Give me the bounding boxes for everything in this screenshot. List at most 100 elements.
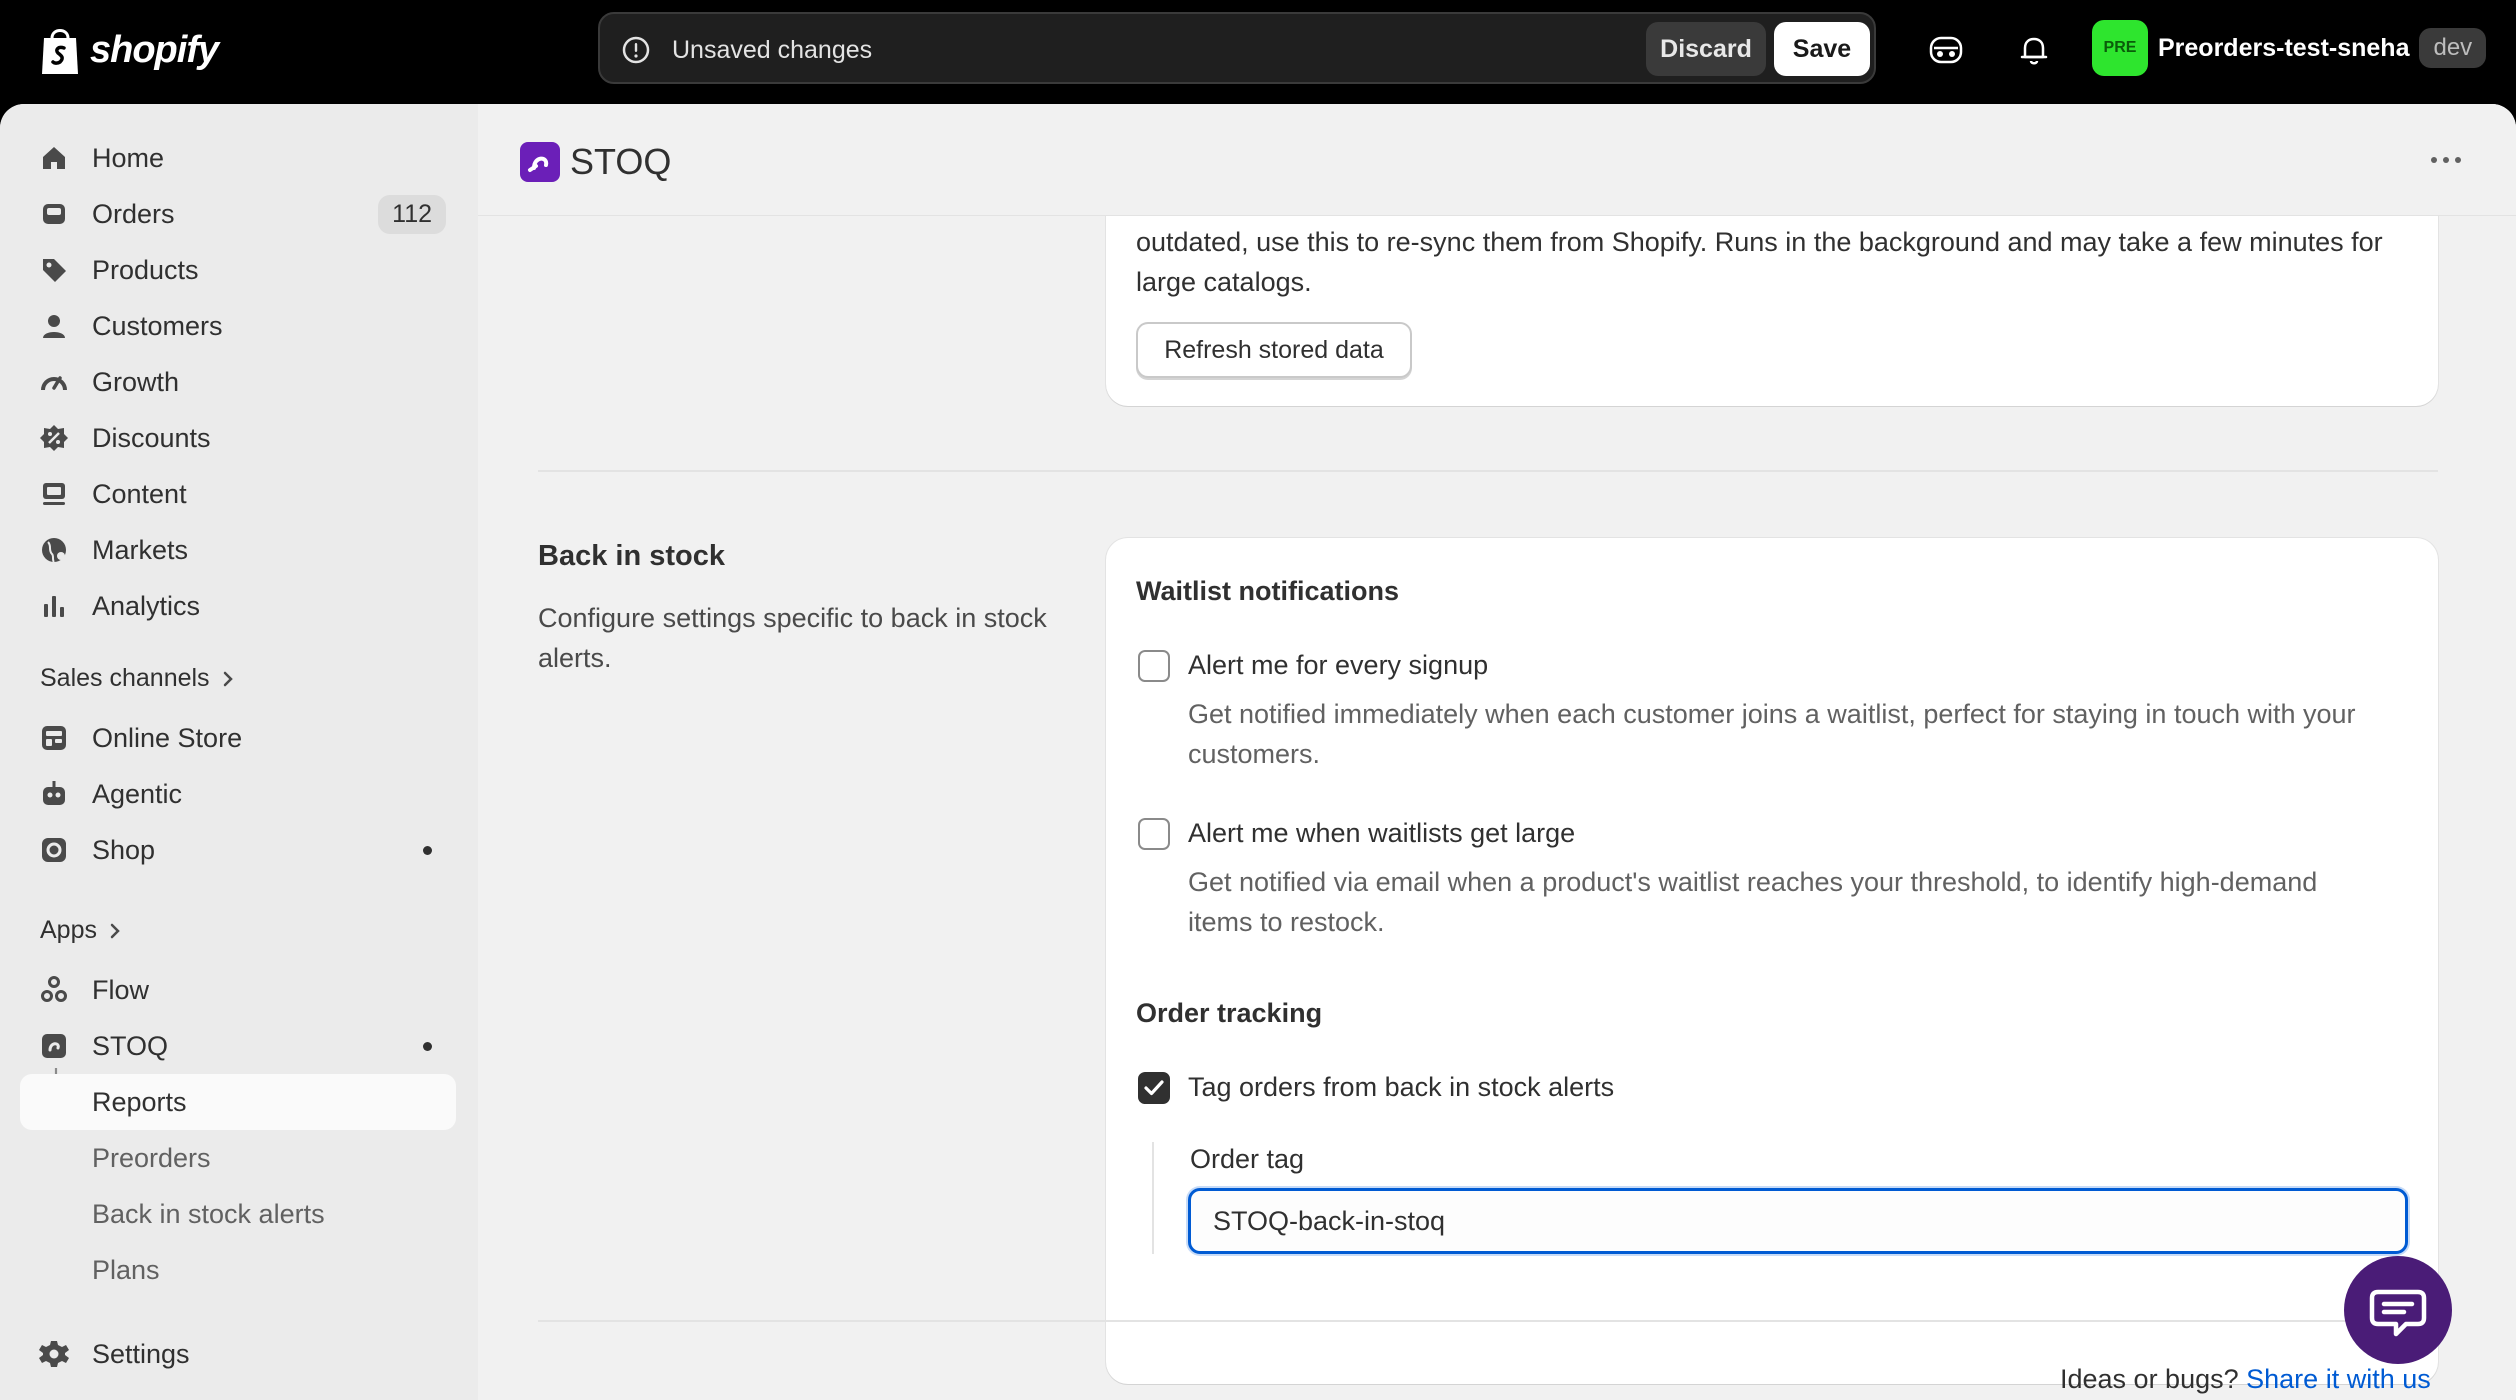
pinned-dot — [423, 846, 432, 855]
sidebar-item-agentic[interactable]: Agentic — [20, 766, 456, 822]
sidebar-item-back-in-stock-alerts[interactable]: Back in stock alerts — [20, 1186, 456, 1242]
store-name: Preorders-test-sneha — [2158, 33, 2410, 62]
sidebar-item-label: Content — [92, 479, 187, 509]
sidebar-item-label: Orders — [92, 199, 175, 229]
every-signup-help: Get notified immediately when each custo… — [1188, 699, 2356, 769]
section-divider — [538, 470, 2438, 472]
sidebar-item-home[interactable]: Home — [20, 130, 456, 186]
stoq-logo — [520, 142, 560, 182]
app-header: STOQ — [478, 104, 2516, 216]
sidebar-item-label: Products — [92, 255, 199, 285]
sidebar-item-markets[interactable]: Markets — [20, 522, 456, 578]
back-in-stock-description: Configure settings specific to back in s… — [538, 603, 1047, 673]
sidebar-item-label: Reports — [92, 1087, 187, 1117]
sidebar-item-orders[interactable]: Orders 112 — [20, 186, 456, 242]
discount-icon — [40, 425, 68, 451]
orders-count-badge: 112 — [378, 195, 446, 234]
alert-circle-icon — [622, 36, 650, 64]
apps-label: Apps — [40, 916, 97, 944]
store-badge: dev — [2419, 28, 2487, 68]
sales-channels-label: Sales channels — [40, 664, 210, 692]
tag-orders-label[interactable]: Tag orders from back in stock alerts — [1188, 1072, 1614, 1103]
shop-app-icon — [42, 838, 66, 862]
main-frame: Home Orders 112 Products Customers Growt… — [0, 104, 2516, 1400]
large-waitlist-label[interactable]: Alert me when waitlists get large — [1188, 818, 1575, 849]
sidebar-item-content[interactable]: Content — [20, 466, 456, 522]
sidebar-item-label: STOQ — [92, 1031, 169, 1061]
contextual-save-bar: Unsaved changes Discard Save — [598, 12, 1876, 84]
sidebar-item-analytics[interactable]: Analytics — [20, 578, 456, 634]
top-bar: shopify Unsaved changes Discard Save PRE… — [0, 0, 2516, 104]
sidebar-item-label: Growth — [92, 367, 180, 397]
content-icon — [43, 483, 65, 505]
sidebar-item-reports[interactable]: Reports — [20, 1074, 456, 1130]
shopify-logo[interactable]: shopify — [38, 22, 219, 78]
large-waitlist-checkbox[interactable] — [1138, 818, 1170, 850]
section-divider — [538, 1320, 2438, 1322]
discard-button[interactable]: Discard — [1646, 22, 1766, 76]
feedback-text: Ideas or bugs? — [2060, 1364, 2239, 1394]
sales-channels-heading[interactable]: Sales channels — [40, 664, 236, 693]
sidebar-item-label: Agentic — [92, 779, 183, 809]
tag-icon — [43, 259, 66, 282]
bell-icon[interactable] — [2014, 30, 2054, 70]
sidebar-item-growth[interactable]: Growth — [20, 354, 456, 410]
back-in-stock-card: Waitlist notifications Alert me for ever… — [1106, 538, 2438, 1384]
feedback-footer: Ideas or bugs? Share it with us — [2060, 1364, 2431, 1395]
sidekick-icon[interactable] — [1926, 30, 1966, 70]
sidebar-item-flow[interactable]: Flow — [20, 962, 456, 1018]
person-icon — [43, 315, 65, 338]
sidebar-item-products[interactable]: Products — [20, 242, 456, 298]
waitlist-notifications-heading: Waitlist notifications — [1136, 576, 1399, 606]
robot-icon — [43, 781, 65, 805]
store-avatar: PRE — [2092, 20, 2148, 76]
sidebar-item-label: Home — [92, 143, 165, 173]
sync-description: outdated, use this to re-sync them from … — [1136, 227, 2383, 297]
store-menu[interactable]: PRE Preorders-test-sneha dev — [2092, 20, 2487, 76]
order-tag-input[interactable] — [1188, 1188, 2408, 1254]
sidebar-item-label: Flow — [92, 975, 150, 1005]
shopify-bag-icon — [42, 29, 78, 74]
gear-icon — [39, 1341, 69, 1367]
sidebar-item-label: Settings — [92, 1339, 190, 1369]
unsaved-changes-text: Unsaved changes — [672, 36, 873, 64]
apps-heading[interactable]: Apps — [40, 916, 123, 945]
sidebar-item-stoq[interactable]: STOQ — [20, 1018, 456, 1074]
sidebar-item-plans[interactable]: Plans — [20, 1242, 456, 1298]
save-button[interactable]: Save — [1774, 22, 1870, 76]
refresh-stored-data-button[interactable]: Refresh stored data — [1136, 322, 1412, 378]
inbox-icon — [43, 204, 65, 224]
sidebar-item-label: Markets — [92, 535, 189, 565]
chat-bubble-icon — [2369, 1289, 2427, 1337]
share-feedback-link[interactable]: Share it with us — [2246, 1364, 2431, 1394]
shopify-wordmark: shopify — [90, 28, 219, 71]
every-signup-checkbox[interactable] — [1138, 650, 1170, 682]
sidebar-item-label: Customers — [92, 311, 223, 341]
sidebar-item-label: Preorders — [92, 1143, 211, 1173]
app-content: STOQ outdated, use this to re-sync them … — [478, 104, 2516, 1400]
tag-orders-checkbox[interactable] — [1138, 1072, 1170, 1104]
back-in-stock-title: Back in stock — [538, 540, 725, 572]
sidebar-item-label: Analytics — [92, 591, 201, 621]
sidebar-item-customers[interactable]: Customers — [20, 298, 456, 354]
stoq-logo-icon — [528, 156, 549, 172]
app-title: STOQ — [570, 141, 672, 182]
pinned-dot — [423, 1042, 432, 1051]
sidebar-item-discounts[interactable]: Discounts — [20, 410, 456, 466]
order-tracking-heading: Order tracking — [1136, 998, 1323, 1028]
nested-field-rule — [1152, 1142, 1154, 1254]
sidebar: Home Orders 112 Products Customers Growt… — [0, 104, 478, 1400]
chevron-right-icon — [223, 671, 233, 686]
chat-support-button[interactable] — [2344, 1256, 2452, 1364]
sidebar-item-preorders[interactable]: Preorders — [20, 1130, 456, 1186]
sidebar-item-online-store[interactable]: Online Store — [20, 710, 456, 766]
chevron-right-icon — [110, 923, 120, 938]
home-icon — [43, 147, 65, 169]
gauge-icon — [41, 376, 67, 391]
more-horizontal-icon[interactable] — [2426, 150, 2466, 170]
sidebar-item-label: Plans — [92, 1255, 160, 1285]
every-signup-label[interactable]: Alert me for every signup — [1188, 650, 1488, 681]
sidebar-item-shop[interactable]: Shop — [20, 822, 456, 878]
sidebar-item-settings[interactable]: Settings — [20, 1326, 456, 1382]
sidebar-item-label: Online Store — [92, 723, 243, 753]
